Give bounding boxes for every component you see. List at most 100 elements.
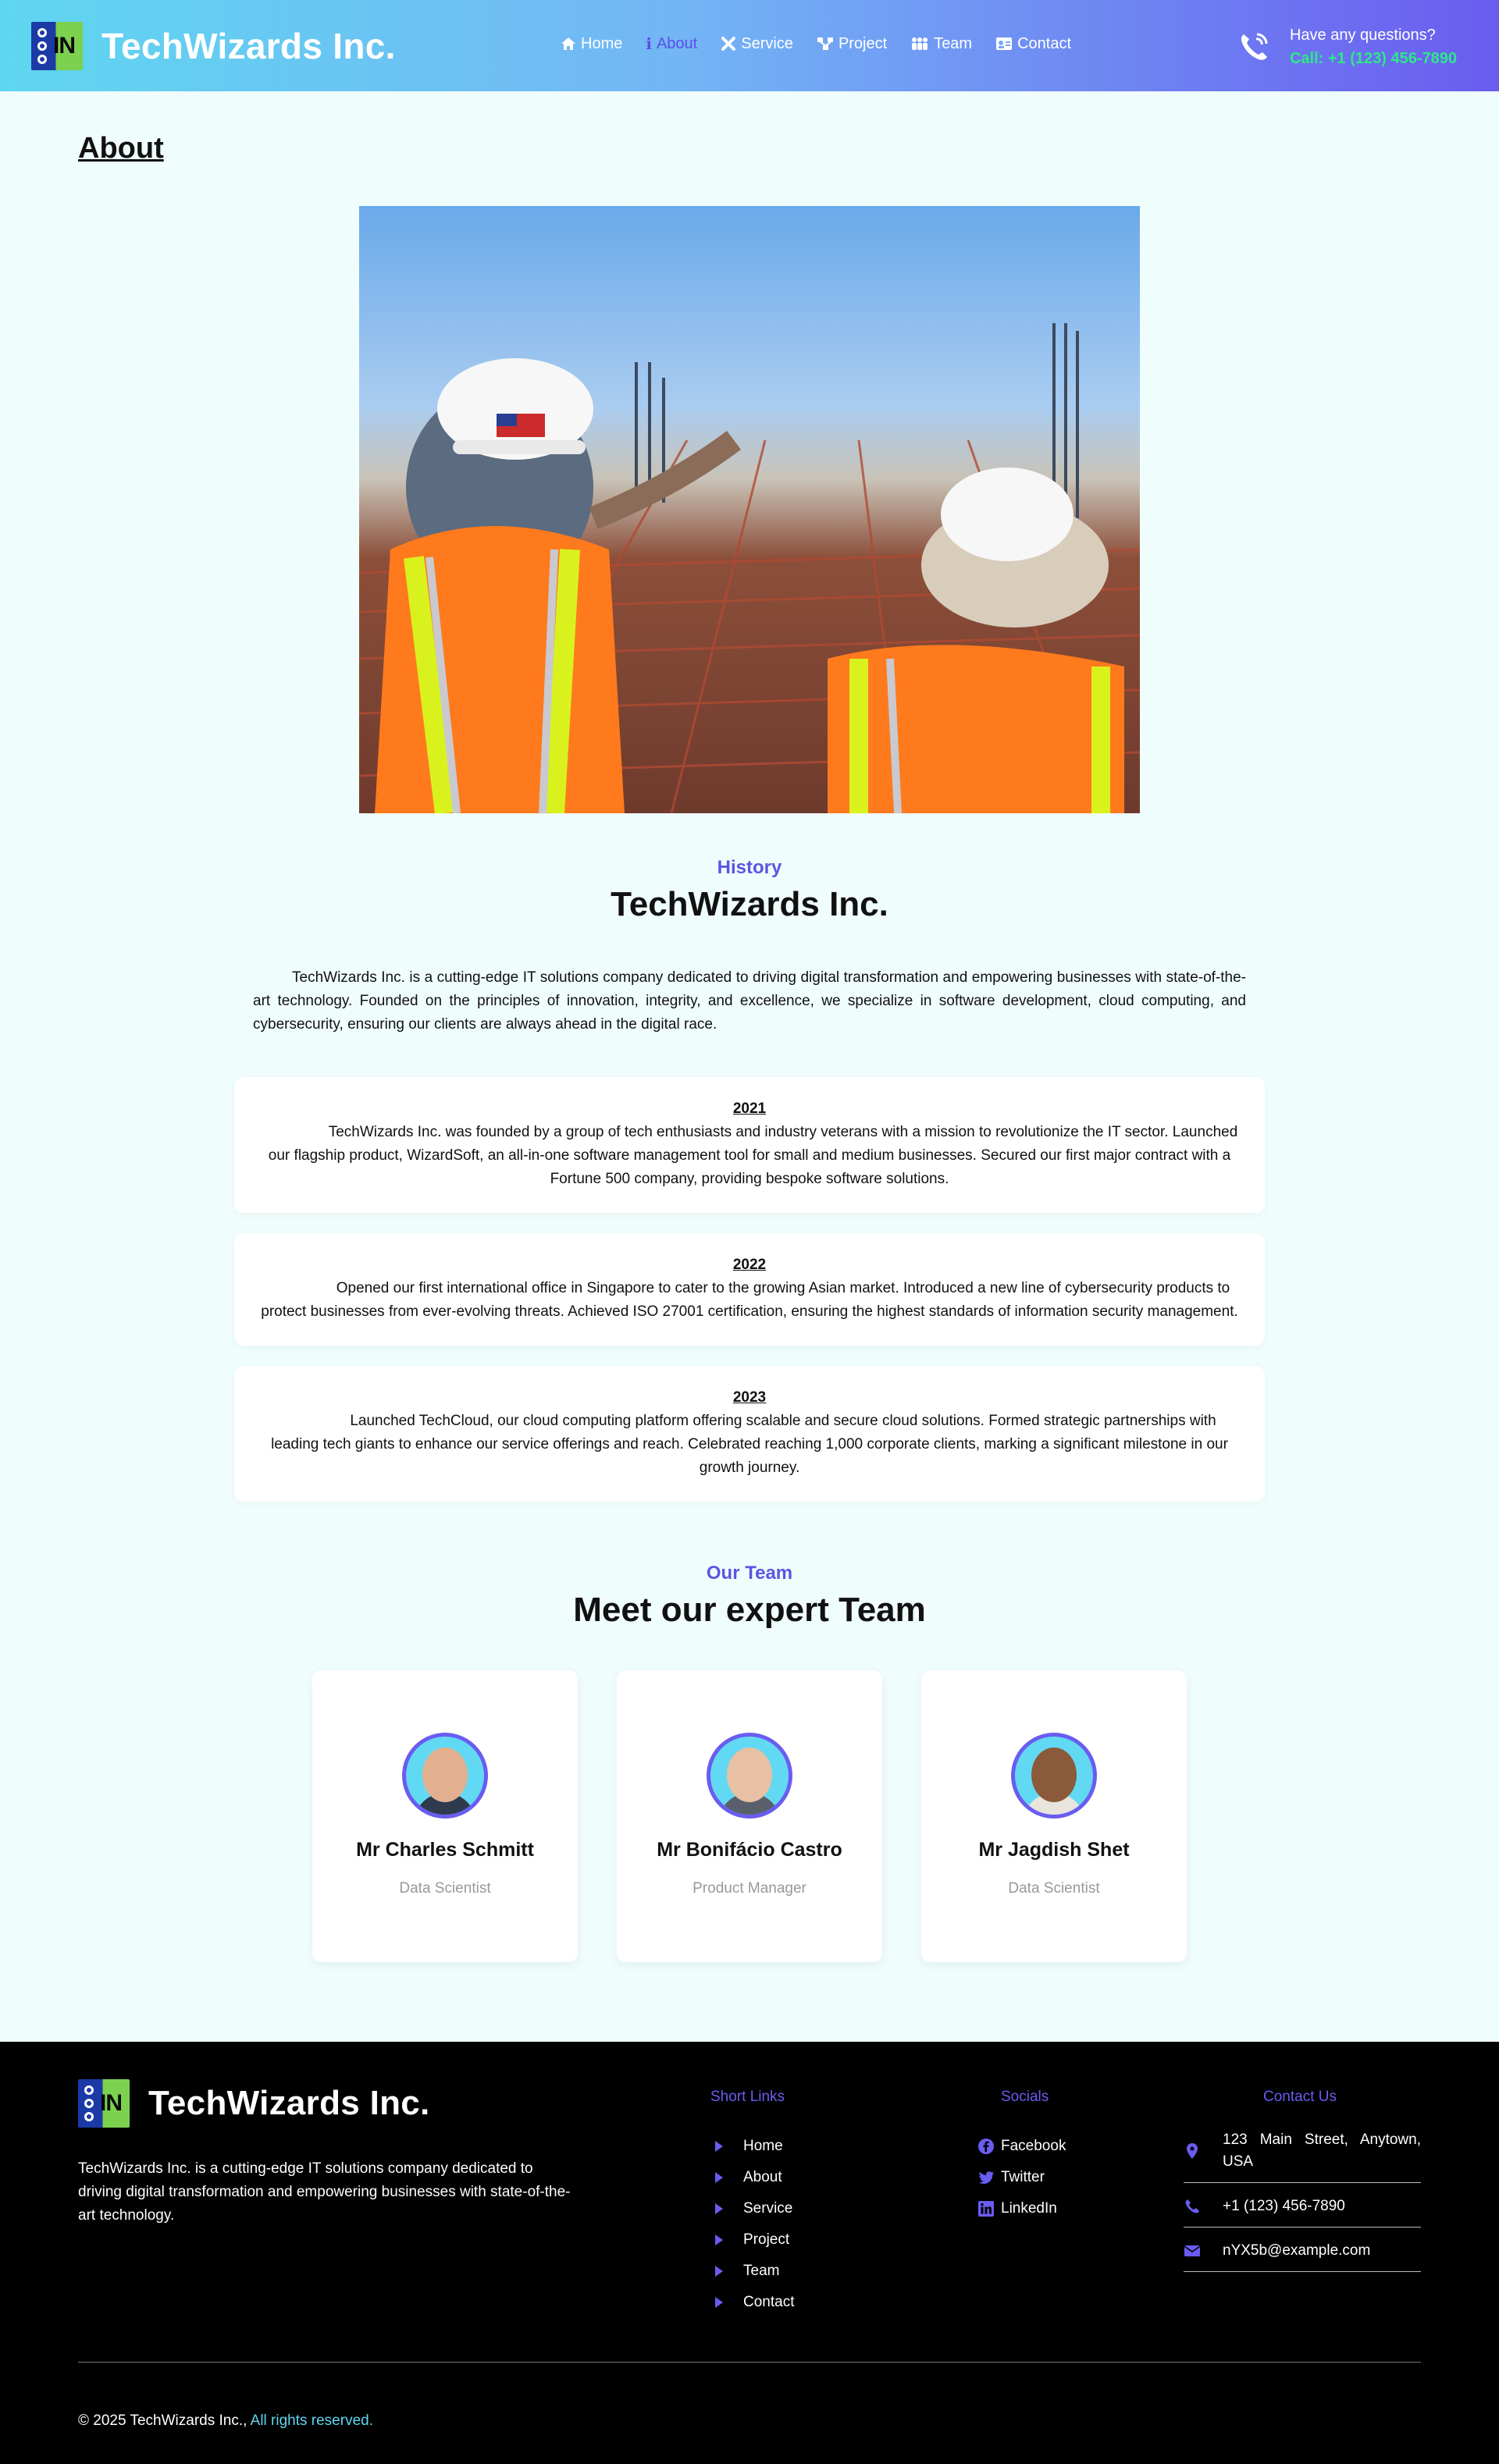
history-section: History TechWizards Inc. TechWizards Inc… bbox=[0, 857, 1499, 1502]
member-role: Data Scientist bbox=[1008, 1880, 1100, 1897]
nav-about[interactable]: ℹ About bbox=[646, 34, 697, 53]
history-eyebrow: History bbox=[717, 857, 782, 878]
footer-link-service[interactable]: Service bbox=[715, 2193, 794, 2224]
main-nav: Home ℹ About Service Project Team Contac… bbox=[561, 34, 1071, 53]
avatar bbox=[1011, 1733, 1097, 1819]
main-content: About History TechWizards Inc. TechWizar… bbox=[0, 132, 1499, 1962]
short-links-title: Short Links bbox=[710, 2089, 785, 2105]
social-twitter[interactable]: Twitter bbox=[977, 2162, 1066, 2193]
brand[interactable]: IN TechWizards Inc. bbox=[31, 21, 396, 70]
nav-service[interactable]: Service bbox=[721, 34, 793, 53]
timeline-card-2022: 2022 Opened our first international offi… bbox=[234, 1233, 1265, 1346]
page-title: About bbox=[78, 132, 164, 165]
contact-phone[interactable]: +1 (123) 456-7890 bbox=[1184, 2192, 1421, 2228]
header-contact: Have any questions? Call: +1 (123) 456-7… bbox=[1237, 23, 1457, 70]
rights-text[interactable]: All rights reserved. bbox=[251, 2412, 373, 2429]
footer-link-about[interactable]: About bbox=[715, 2162, 794, 2193]
questions-text: Have any questions? bbox=[1289, 27, 1436, 44]
linkedin-icon bbox=[978, 2201, 994, 2217]
copyright-text: © 2025 TechWizards Inc., bbox=[78, 2412, 247, 2429]
footer-brand-name: TechWizards Inc. bbox=[148, 2084, 430, 2122]
caret-right-icon bbox=[715, 2203, 723, 2214]
contact-email[interactable]: nYX5b@example.com bbox=[1184, 2237, 1421, 2272]
team-member-card[interactable]: Mr Charles Schmitt Data Scientist bbox=[312, 1670, 578, 1962]
footer-link-home[interactable]: Home bbox=[715, 2131, 794, 2162]
caret-right-icon bbox=[715, 2297, 723, 2308]
team-section: Our Team Meet our expert Team Mr Charles… bbox=[0, 1563, 1499, 1962]
envelope-icon bbox=[1184, 2240, 1201, 2262]
nav-home-label: Home bbox=[581, 34, 623, 52]
team-icon bbox=[912, 37, 928, 50]
member-name: Mr Charles Schmitt bbox=[356, 1839, 534, 1861]
footer-description: TechWizards Inc. is a cutting-edge IT so… bbox=[78, 2160, 571, 2224]
timeline-year: 2023 bbox=[732, 1389, 767, 1406]
short-links-list: Home About Service Project Team Contact bbox=[715, 2131, 794, 2318]
call-link[interactable]: Call: +1 (123) 456-7890 bbox=[1290, 47, 1457, 70]
home-icon bbox=[561, 37, 575, 50]
nav-contact-label: Contact bbox=[1017, 34, 1072, 52]
team-heading: Meet our expert Team bbox=[573, 1591, 926, 1629]
nav-team[interactable]: Team bbox=[910, 34, 972, 53]
nav-project-label: Project bbox=[838, 34, 888, 52]
nav-team-label: Team bbox=[934, 34, 973, 52]
nav-service-label: Service bbox=[741, 34, 793, 52]
address-text: 123 Main Street, Anytown, USA bbox=[1223, 2132, 1421, 2170]
member-role: Data Scientist bbox=[399, 1880, 491, 1897]
socials-list: Facebook Twitter LinkedIn bbox=[977, 2131, 1066, 2224]
team-eyebrow: Our Team bbox=[706, 1563, 793, 1584]
contact-list: 123 Main Street, Anytown, USA +1 (123) 4… bbox=[1184, 2126, 1421, 2281]
logo-icon: IN bbox=[78, 2079, 130, 2128]
location-pin-icon bbox=[1184, 2129, 1201, 2173]
avatar bbox=[707, 1733, 792, 1819]
nav-project[interactable]: Project bbox=[817, 34, 887, 53]
nav-home[interactable]: Home bbox=[561, 34, 622, 53]
tools-icon bbox=[721, 37, 736, 51]
team-grid: Mr Charles Schmitt Data Scientist Mr Bon… bbox=[0, 1670, 1499, 1962]
social-facebook[interactable]: Facebook bbox=[977, 2131, 1066, 2162]
phone-text: +1 (123) 456-7890 bbox=[1223, 2198, 1345, 2214]
contact-card-icon bbox=[996, 37, 1013, 50]
facebook-icon bbox=[978, 2139, 994, 2154]
footer-divider bbox=[78, 2362, 1421, 2363]
logo-text: IN bbox=[53, 32, 76, 59]
footer-link-label: Project bbox=[743, 2231, 790, 2248]
timeline-card-2023: 2023 Launched TechCloud, our cloud compu… bbox=[234, 1366, 1265, 1502]
project-icon bbox=[817, 37, 833, 50]
info-icon: ℹ bbox=[646, 34, 652, 53]
timeline-desc: Launched TechCloud, our cloud computing … bbox=[271, 1413, 1228, 1476]
logo-text: IN bbox=[100, 2090, 123, 2116]
team-member-card[interactable]: Mr Bonifácio Castro Product Manager bbox=[617, 1670, 882, 1962]
site-footer: IN TechWizards Inc. TechWizards Inc. is … bbox=[0, 2042, 1499, 2464]
footer-brand[interactable]: IN TechWizards Inc. bbox=[78, 2079, 430, 2128]
footer-link-contact[interactable]: Contact bbox=[715, 2287, 794, 2318]
social-label: LinkedIn bbox=[1001, 2200, 1057, 2217]
footer-link-label: Team bbox=[743, 2263, 780, 2279]
twitter-icon bbox=[978, 2171, 994, 2184]
team-member-card[interactable]: Mr Jagdish Shet Data Scientist bbox=[921, 1670, 1187, 1962]
logo-icon: IN bbox=[31, 21, 83, 70]
email-text: nYX5b@example.com bbox=[1223, 2242, 1371, 2259]
member-role: Product Manager bbox=[693, 1880, 806, 1897]
contact-title: Contact Us bbox=[1263, 2089, 1337, 2105]
social-linkedin[interactable]: LinkedIn bbox=[977, 2193, 1066, 2224]
phone-icon bbox=[1184, 2196, 1201, 2217]
copyright: © 2025 TechWizards Inc., All rights rese… bbox=[78, 2412, 373, 2430]
nav-contact[interactable]: Contact bbox=[995, 34, 1071, 53]
phone-ring-icon bbox=[1241, 33, 1268, 60]
brand-name: TechWizards Inc. bbox=[101, 25, 396, 66]
timeline-desc: TechWizards Inc. was founded by a group … bbox=[268, 1124, 1238, 1187]
footer-link-label: Home bbox=[743, 2138, 783, 2154]
member-name: Mr Bonifácio Castro bbox=[657, 1839, 842, 1861]
footer-link-project[interactable]: Project bbox=[715, 2224, 794, 2256]
avatar bbox=[402, 1733, 488, 1819]
timeline-year: 2022 bbox=[732, 1257, 767, 1273]
history-intro: TechWizards Inc. is a cutting-edge IT so… bbox=[253, 969, 1246, 1033]
footer-link-team[interactable]: Team bbox=[715, 2256, 794, 2287]
socials-title: Socials bbox=[1001, 2089, 1049, 2105]
caret-right-icon bbox=[715, 2141, 723, 2152]
hero-image bbox=[359, 206, 1140, 813]
footer-link-label: Contact bbox=[743, 2294, 795, 2310]
history-heading: TechWizards Inc. bbox=[611, 885, 888, 923]
timeline-desc: Opened our first international office in… bbox=[261, 1280, 1238, 1320]
footer-link-label: About bbox=[743, 2169, 782, 2185]
